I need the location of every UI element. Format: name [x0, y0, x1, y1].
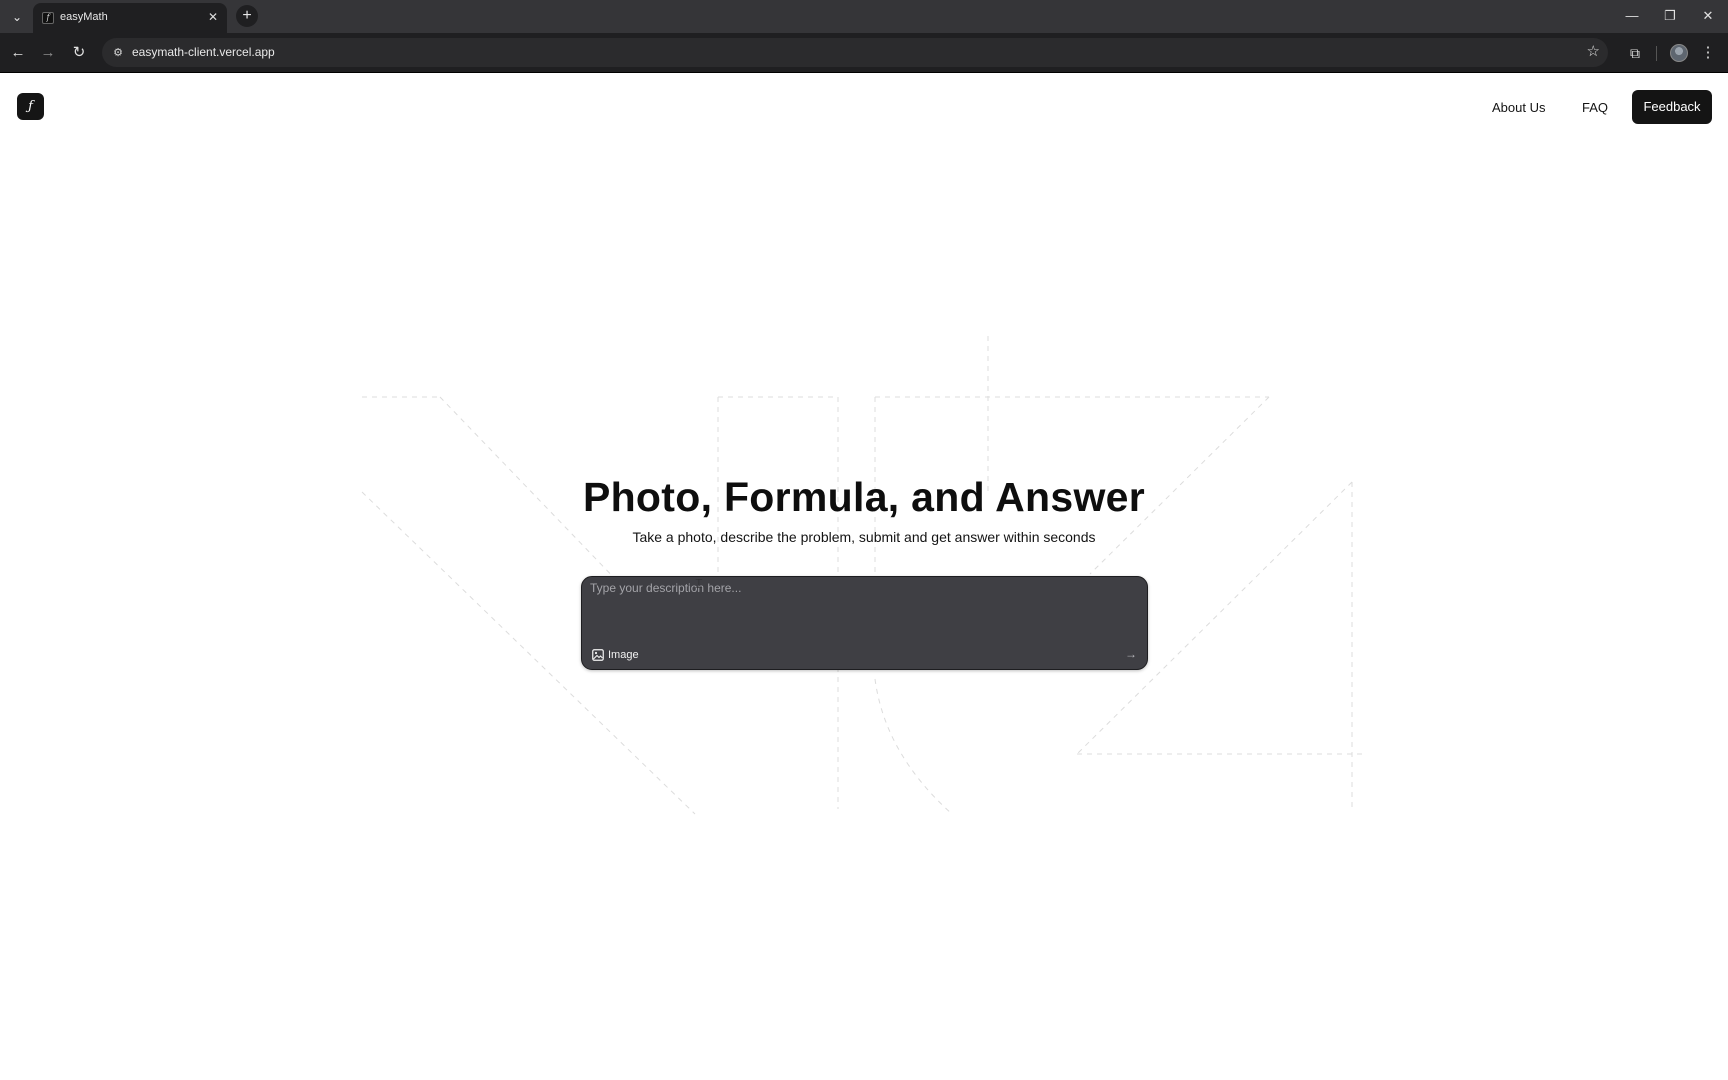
page: ƒ About Us FAQ Feedback Photo, Formula, … [0, 74, 1728, 1080]
image-icon [592, 649, 604, 661]
tab-search-icon[interactable]: ⌄ [6, 6, 28, 28]
nav-about-us[interactable]: About Us [1492, 100, 1545, 115]
plus-icon[interactable]: + [236, 5, 258, 27]
nav-faq[interactable]: FAQ [1582, 100, 1608, 115]
close-icon[interactable]: ✕ [208, 10, 218, 24]
image-button-label: Image [608, 649, 639, 661]
toolbar-divider [1656, 46, 1657, 61]
image-upload-button[interactable]: Image [592, 647, 639, 663]
description-input[interactable] [590, 581, 1135, 625]
favicon-icon: f [42, 12, 54, 24]
hero-subtitle: Take a photo, describe the problem, subm… [632, 529, 1096, 545]
hero-title: Photo, Formula, and Answer [582, 474, 1146, 520]
extensions-icon[interactable]: ⧉ [1624, 42, 1646, 64]
site-info-icon[interactable]: ⚙ [109, 44, 127, 62]
browser-tab-strip: ⌄ f easyMath ✕ + — ❐ ✕ [0, 0, 1728, 33]
arrow-right-icon[interactable]: → [1125, 646, 1137, 662]
star-icon[interactable]: ☆ [1587, 43, 1600, 61]
text-cursor-icon: ⌶ [695, 576, 703, 591]
browser-tab[interactable]: f easyMath ✕ [33, 3, 227, 33]
problem-composer: Image → [581, 576, 1148, 670]
browser-toolbar: ← → ↻ ⚙ easymath-client.vercel.app ☆ ⧉ ⋮ [0, 33, 1728, 73]
url-text[interactable]: easymath-client.vercel.app [132, 45, 275, 59]
profile-avatar[interactable] [1670, 44, 1688, 62]
forward-icon[interactable]: → [37, 42, 59, 64]
restore-icon[interactable]: ❐ [1655, 6, 1685, 26]
logo[interactable]: ƒ [17, 93, 44, 120]
tab-title: easyMath [60, 11, 108, 23]
more-menu-icon[interactable]: ⋮ [1700, 42, 1716, 64]
feedback-button[interactable]: Feedback [1632, 90, 1712, 124]
close-window-icon[interactable]: ✕ [1693, 6, 1723, 26]
address-bar[interactable]: ⚙ easymath-client.vercel.app ☆ [102, 38, 1608, 67]
reload-icon[interactable]: ↻ [68, 42, 90, 64]
minimize-icon[interactable]: — [1617, 6, 1647, 26]
back-icon[interactable]: ← [7, 42, 29, 64]
